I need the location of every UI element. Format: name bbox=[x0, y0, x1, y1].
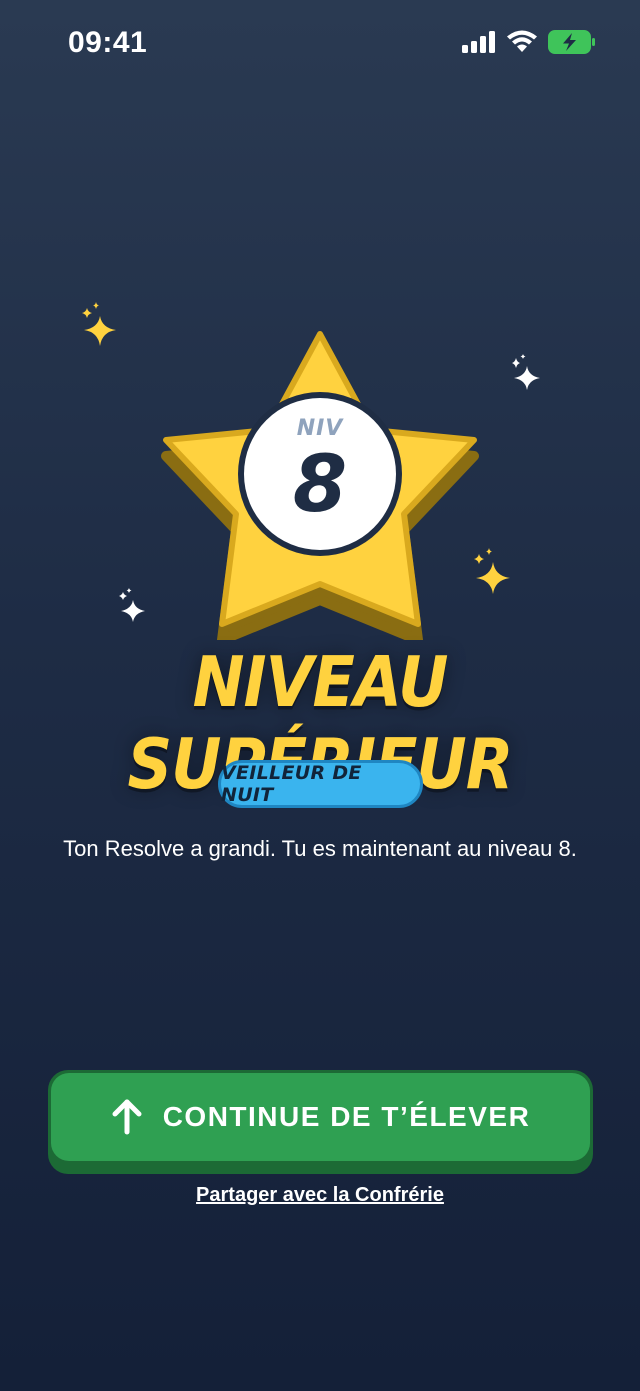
battery-charging-icon bbox=[548, 30, 595, 54]
arrow-up-icon bbox=[112, 1099, 142, 1135]
status-bar: 09:41 bbox=[0, 0, 640, 88]
continue-button-face[interactable]: CONTINUE DE T’ÉLEVER bbox=[51, 1073, 590, 1161]
wifi-icon bbox=[507, 30, 537, 52]
status-icons bbox=[462, 30, 596, 54]
cellular-signal-icon bbox=[462, 31, 495, 53]
status-time: 09:41 bbox=[68, 26, 148, 59]
continue-button-label: CONTINUE DE T’ÉLEVER bbox=[162, 1101, 531, 1132]
level-number: 8 bbox=[292, 440, 348, 530]
rank-title-badge: VEILLEUR DE NUIT bbox=[218, 760, 423, 808]
share-link[interactable]: Partager avec la Confrérie bbox=[0, 1184, 640, 1207]
continue-button[interactable]: CONTINUE DE T’ÉLEVER bbox=[48, 1070, 593, 1174]
rank-title-label: VEILLEUR DE NUIT bbox=[221, 762, 362, 806]
level-prefix: NIV bbox=[296, 416, 344, 441]
level-up-message: Ton Resolve a grandi. Tu es maintenant a… bbox=[63, 836, 577, 861]
